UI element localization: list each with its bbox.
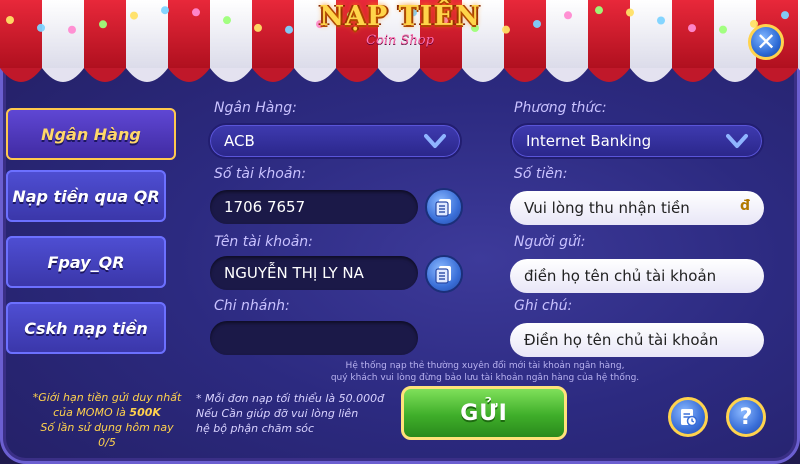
copy-account-name-button[interactable] — [425, 255, 463, 293]
account-name-label: Tên tài khoản: — [214, 234, 313, 250]
close-icon: ✕ — [755, 28, 777, 56]
sidebar-item-label: Ngân Hàng — [41, 124, 141, 144]
history-button[interactable] — [668, 397, 708, 437]
sidebar-item-label: Nạp tiền qua QR — [12, 186, 160, 206]
help-icon: ? — [739, 404, 753, 430]
sidebar-item-qr[interactable]: Nạp tiền qua QR — [6, 170, 166, 222]
account-number-value: 1706 7657 — [224, 198, 306, 216]
history-icon — [681, 409, 698, 427]
copy-account-number-button[interactable] — [425, 188, 463, 226]
page-title: NẠP TIỀN — [319, 1, 481, 32]
account-number-field: 1706 7657 — [210, 190, 418, 224]
memo-input[interactable]: Điền họ tên chủ tài khoản — [510, 323, 764, 357]
close-button[interactable]: ✕ — [748, 24, 784, 60]
sender-input[interactable]: điền họ tên chủ tài khoản — [510, 259, 764, 293]
branch-label: Chi nhánh: — [214, 298, 290, 314]
amount-input[interactable]: Vui lòng thu nhận tiền đ — [510, 191, 764, 225]
bank-select-value: ACB — [224, 132, 255, 150]
memo-placeholder: Điền họ tên chủ tài khoản — [524, 331, 719, 349]
chevron-down-icon — [726, 134, 748, 148]
sidebar-item-fpay-qr[interactable]: Fpay_QR — [6, 236, 166, 288]
bank-label: Ngân Hàng: — [214, 100, 297, 116]
method-select-value: Internet Banking — [526, 132, 652, 150]
amount-label: Số tiền: — [514, 166, 568, 182]
shop-logo: NẠP TIỀN Coin Shop — [300, 0, 500, 60]
account-name-value: NGUYỄN THỊ LY NA — [224, 264, 364, 282]
bank-select[interactable]: ACB — [208, 123, 462, 159]
account-number-label: Số tài khoản: — [214, 166, 307, 182]
sidebar-item-support[interactable]: Cskh nạp tiền — [6, 302, 166, 354]
system-notice: Hệ thống nạp thẻ thường xuyên đổi mới tà… — [330, 361, 640, 383]
copy-icon — [435, 266, 451, 284]
help-button[interactable]: ? — [726, 397, 766, 437]
amount-placeholder: Vui lòng thu nhận tiền — [524, 199, 690, 217]
account-name-field: NGUYỄN THỊ LY NA — [210, 256, 418, 290]
recharge-dialog: NẠP TIỀN Coin Shop ✕ Ngân Hàng Nạp tiền … — [0, 0, 800, 464]
sidebar-item-label: Fpay_QR — [47, 252, 125, 272]
memo-label: Ghi chú: — [514, 298, 573, 314]
sidebar-item-bank[interactable]: Ngân Hàng — [6, 108, 176, 160]
minimum-deposit-note: * Mỗi đơn nạp tối thiểu là 50.000đ Nếu C… — [196, 392, 385, 435]
chevron-down-icon — [424, 134, 446, 148]
send-button[interactable]: GỬI — [401, 386, 567, 440]
method-select[interactable]: Internet Banking — [510, 123, 764, 159]
currency-symbol: đ — [739, 198, 750, 214]
sender-label: Người gửi: — [514, 234, 586, 250]
page-subtitle: Coin Shop — [366, 33, 434, 48]
method-label: Phương thức: — [514, 100, 607, 116]
branch-field — [210, 321, 418, 355]
copy-icon — [435, 199, 451, 217]
sidebar-item-label: Cskh nạp tiền — [24, 318, 148, 338]
sender-placeholder: điền họ tên chủ tài khoản — [524, 267, 717, 285]
deposit-limit-info: *Giới hạn tiền gửi duy nhất của MOMO là … — [32, 391, 182, 449]
